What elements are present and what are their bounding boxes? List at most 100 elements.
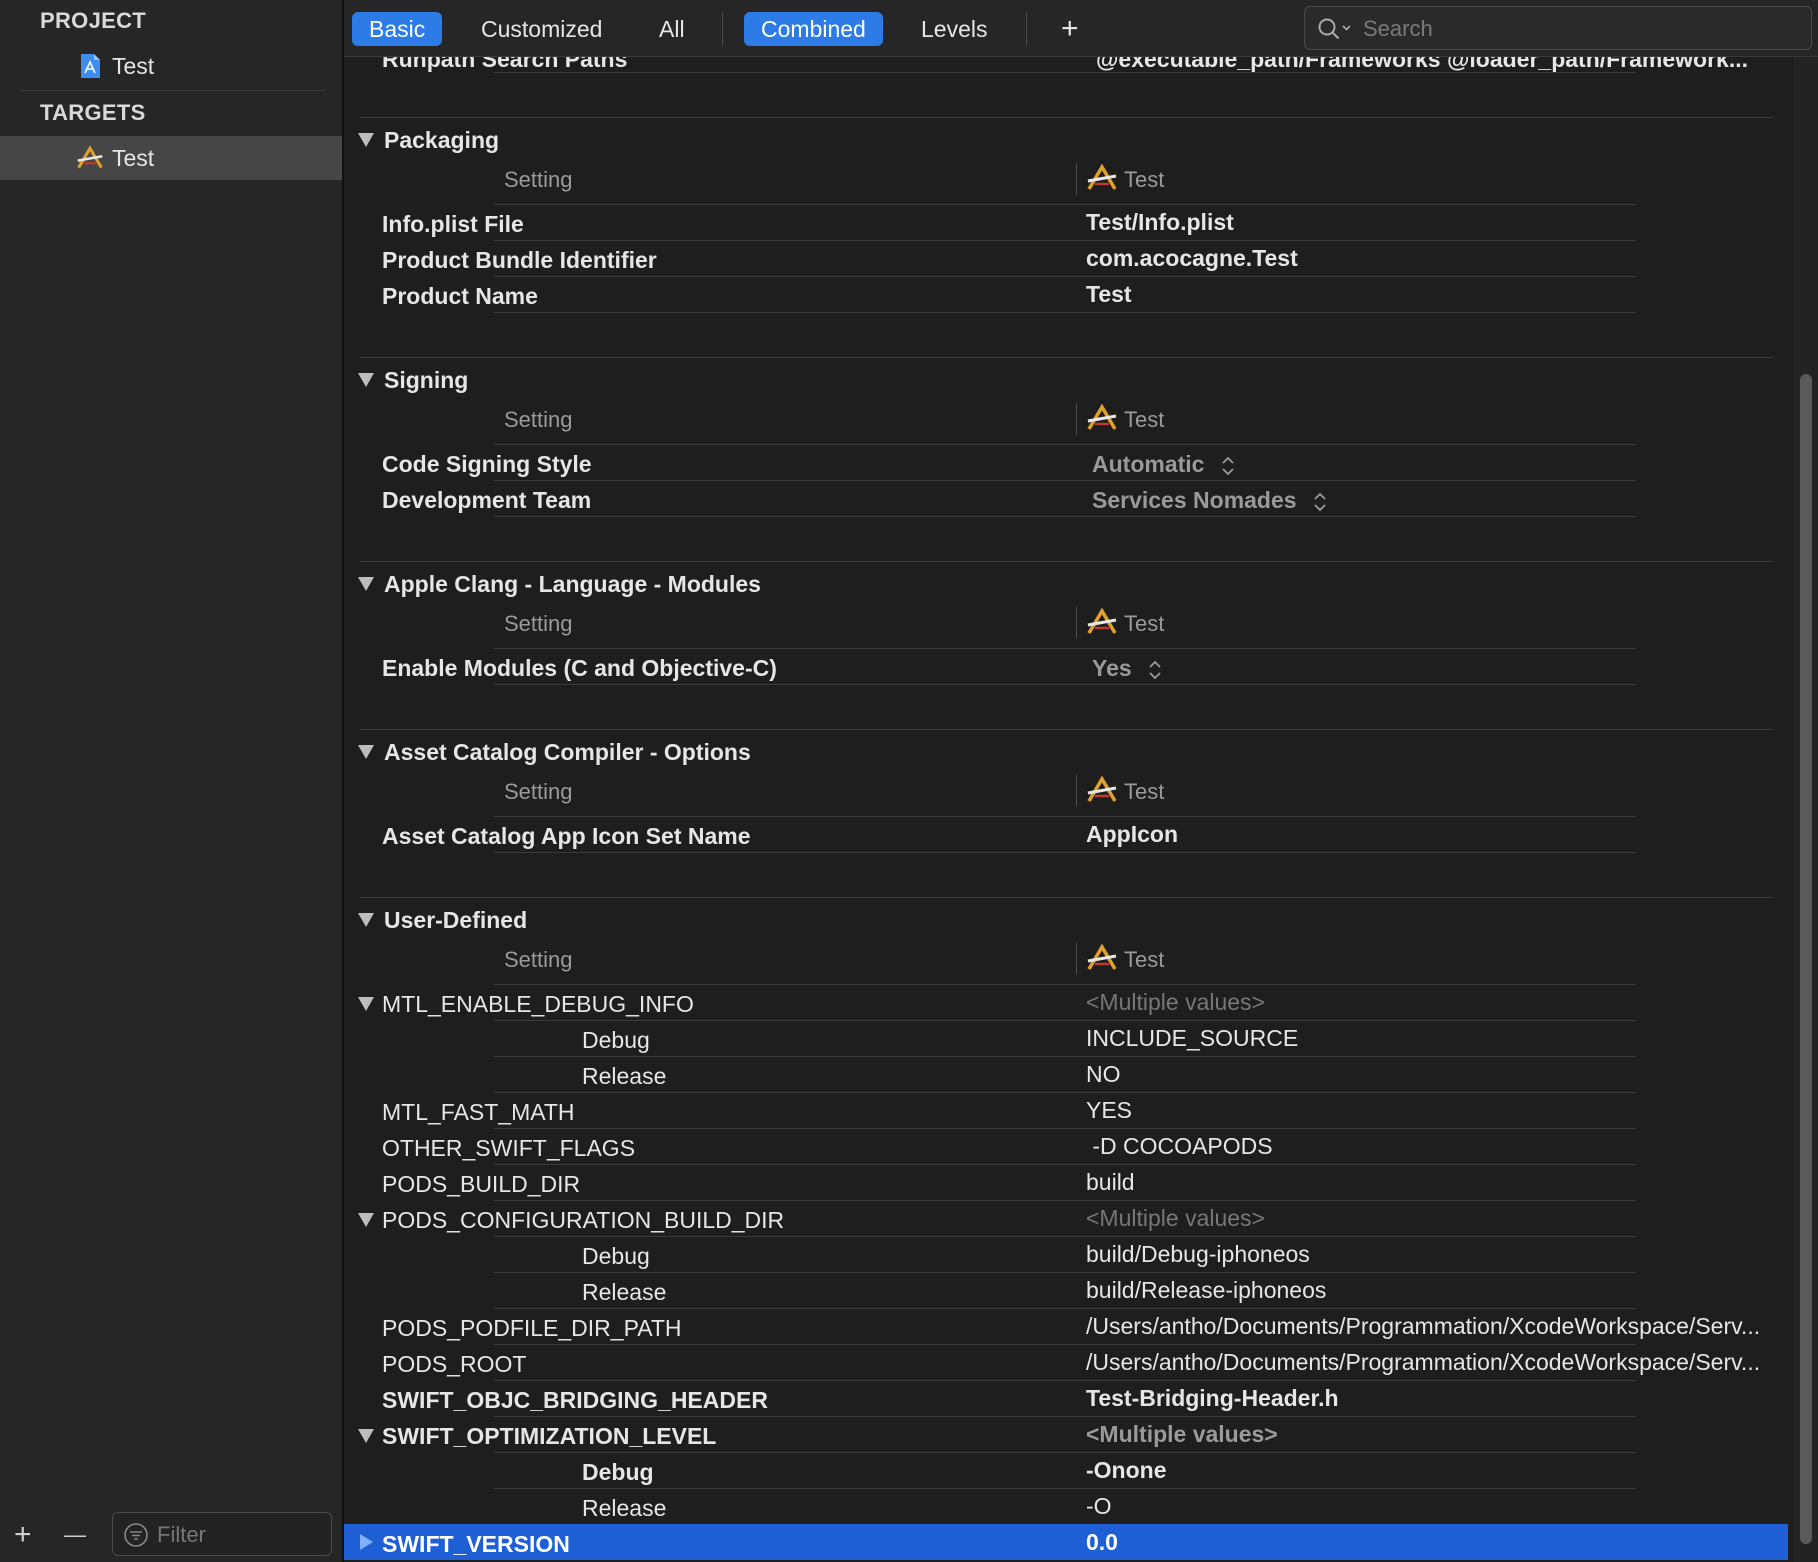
setting-value[interactable]: -O bbox=[1086, 1493, 1112, 1520]
setting-value[interactable]: YES bbox=[1086, 1097, 1132, 1124]
setting-value: @executable_path/Frameworks @loader_path… bbox=[1096, 56, 1749, 72]
enable-modules-popup[interactable]: Yes bbox=[1092, 655, 1162, 682]
setting-value[interactable]: INCLUDE_SOURCE bbox=[1086, 1025, 1298, 1052]
setting-label[interactable]: PODS_CONFIGURATION_BUILD_DIR bbox=[382, 1207, 784, 1234]
column-separator bbox=[1076, 163, 1077, 195]
sidebar-bottom-bar: + — Filter bbox=[0, 1508, 342, 1562]
filter-field[interactable]: Filter bbox=[112, 1512, 332, 1556]
app-target-icon bbox=[77, 145, 103, 169]
setting-value[interactable]: NO bbox=[1086, 1061, 1121, 1088]
setting-label[interactable]: MTL_FAST_MATH bbox=[382, 1099, 575, 1126]
setting-value[interactable]: AppIcon bbox=[1086, 821, 1178, 848]
config-label[interactable]: Release bbox=[582, 1279, 666, 1306]
group-title-asset-catalog[interactable]: Asset Catalog Compiler - Options bbox=[384, 739, 751, 766]
disclosure-triangle-icon[interactable] bbox=[358, 133, 374, 147]
setting-label[interactable]: Product Name bbox=[382, 283, 538, 310]
setting-label[interactable]: PODS_ROOT bbox=[382, 1351, 526, 1378]
target-item-test[interactable]: Test bbox=[0, 136, 342, 180]
config-label[interactable]: Debug bbox=[582, 1027, 650, 1054]
app-target-icon bbox=[1087, 164, 1117, 190]
view-combined[interactable]: Combined bbox=[744, 12, 883, 46]
tab-all[interactable]: All bbox=[642, 12, 702, 46]
settings-row-partial[interactable]: Runpath Search Paths @executable_path/Fr… bbox=[344, 56, 1818, 72]
row-divider bbox=[494, 1200, 1636, 1201]
tab-basic[interactable]: Basic bbox=[352, 12, 443, 46]
disclosure-triangle-icon[interactable] bbox=[358, 997, 374, 1011]
add-setting-button[interactable]: + bbox=[1044, 12, 1096, 46]
config-label[interactable]: Release bbox=[582, 1495, 666, 1522]
disclosure-triangle-icon[interactable] bbox=[358, 1213, 374, 1227]
setting-label[interactable]: Asset Catalog App Icon Set Name bbox=[382, 823, 751, 850]
remove-target-button[interactable]: — bbox=[64, 1522, 86, 1548]
setting-value[interactable]: /Users/antho/Documents/Programmation/Xco… bbox=[1086, 1313, 1760, 1340]
disclosure-triangle-icon[interactable] bbox=[358, 913, 374, 927]
setting-value[interactable]: Test-Bridging-Header.h bbox=[1086, 1385, 1339, 1412]
vertical-scrollbar[interactable] bbox=[1794, 56, 1818, 1562]
target-item-label: Test bbox=[112, 145, 155, 171]
project-item-test[interactable]: Test bbox=[0, 44, 342, 88]
search-placeholder: Search bbox=[1363, 16, 1433, 41]
toolbar-divider bbox=[722, 12, 723, 46]
setting-label[interactable]: Enable Modules (C and Objective-C) bbox=[382, 655, 777, 682]
setting-label[interactable]: PODS_PODFILE_DIR_PATH bbox=[382, 1315, 682, 1342]
config-label[interactable]: Release bbox=[582, 1063, 666, 1090]
settings-list: Runpath Search Paths @executable_path/Fr… bbox=[344, 56, 1818, 1562]
setting-value: Automatic bbox=[1092, 451, 1205, 477]
setting-value[interactable]: build/Debug-iphoneos bbox=[1086, 1241, 1310, 1268]
setting-label[interactable]: SWIFT_VERSION bbox=[382, 1531, 570, 1558]
setting-value[interactable]: -Onone bbox=[1086, 1457, 1167, 1484]
project-file-icon bbox=[81, 54, 100, 78]
setting-value[interactable]: /Users/antho/Documents/Programmation/Xco… bbox=[1086, 1349, 1760, 1376]
search-field[interactable]: Search bbox=[1304, 6, 1812, 50]
sidebar-divider bbox=[20, 90, 326, 91]
code-signing-style-popup[interactable]: Automatic bbox=[1092, 451, 1235, 478]
setting-value[interactable]: <Multiple values> bbox=[1086, 1421, 1278, 1448]
view-levels[interactable]: Levels bbox=[904, 12, 1004, 46]
disclosure-triangle-icon[interactable] bbox=[358, 745, 374, 759]
setting-label[interactable]: Product Bundle Identifier bbox=[382, 247, 657, 274]
disclosure-triangle-icon[interactable] bbox=[358, 577, 374, 591]
row-divider bbox=[494, 312, 1636, 313]
setting-label[interactable]: MTL_ENABLE_DEBUG_INFO bbox=[382, 991, 694, 1018]
disclosure-triangle-icon[interactable] bbox=[360, 1534, 373, 1550]
row-divider bbox=[494, 204, 1636, 205]
setting-value: Yes bbox=[1092, 655, 1132, 681]
row-divider bbox=[494, 684, 1636, 685]
group-title-signing[interactable]: Signing bbox=[384, 367, 468, 394]
setting-value[interactable]: com.acocagne.Test bbox=[1086, 245, 1298, 272]
scrollbar-thumb[interactable] bbox=[1800, 374, 1812, 1544]
config-label[interactable]: Debug bbox=[582, 1459, 654, 1486]
row-divider bbox=[494, 1452, 1636, 1453]
setting-value[interactable]: <Multiple values> bbox=[1086, 1205, 1265, 1232]
setting-label[interactable]: OTHER_SWIFT_FLAGS bbox=[382, 1135, 635, 1162]
row-divider bbox=[494, 1020, 1636, 1021]
tab-customized[interactable]: Customized bbox=[464, 12, 619, 46]
setting-value[interactable]: -D COCOAPODS bbox=[1086, 1133, 1272, 1160]
setting-value[interactable]: <Multiple values> bbox=[1086, 989, 1265, 1016]
development-team-popup[interactable]: Services Nomades bbox=[1092, 487, 1327, 514]
setting-label[interactable]: Code Signing Style bbox=[382, 451, 592, 478]
group-title-packaging[interactable]: Packaging bbox=[384, 127, 499, 154]
setting-value[interactable]: build/Release-iphoneos bbox=[1086, 1277, 1326, 1304]
stepper-chevron-icon bbox=[1222, 456, 1234, 476]
setting-label[interactable]: SWIFT_OPTIMIZATION_LEVEL bbox=[382, 1423, 716, 1450]
column-header-setting: Setting bbox=[504, 167, 573, 192]
config-label[interactable]: Debug bbox=[582, 1243, 650, 1270]
disclosure-triangle-icon[interactable] bbox=[358, 373, 374, 387]
setting-value[interactable]: build bbox=[1086, 1169, 1135, 1196]
setting-label[interactable]: Info.plist File bbox=[382, 211, 524, 238]
setting-label[interactable]: PODS_BUILD_DIR bbox=[382, 1171, 580, 1198]
add-target-button[interactable]: + bbox=[14, 1520, 32, 1550]
row-divider bbox=[494, 276, 1636, 277]
setting-value[interactable]: Test/Info.plist bbox=[1086, 209, 1234, 236]
disclosure-triangle-icon[interactable] bbox=[358, 1429, 374, 1443]
setting-value[interactable]: 0.0 bbox=[1086, 1529, 1118, 1556]
setting-label[interactable]: SWIFT_OBJC_BRIDGING_HEADER bbox=[382, 1387, 768, 1414]
column-header-setting: Setting bbox=[504, 779, 573, 804]
setting-label[interactable]: Development Team bbox=[382, 487, 591, 514]
group-title-user-defined[interactable]: User-Defined bbox=[384, 907, 527, 934]
setting-value[interactable]: Test bbox=[1086, 281, 1132, 308]
stepper-chevron-icon bbox=[1314, 492, 1326, 512]
column-separator bbox=[1076, 775, 1077, 807]
group-title-apple-clang-modules[interactable]: Apple Clang - Language - Modules bbox=[384, 571, 761, 598]
